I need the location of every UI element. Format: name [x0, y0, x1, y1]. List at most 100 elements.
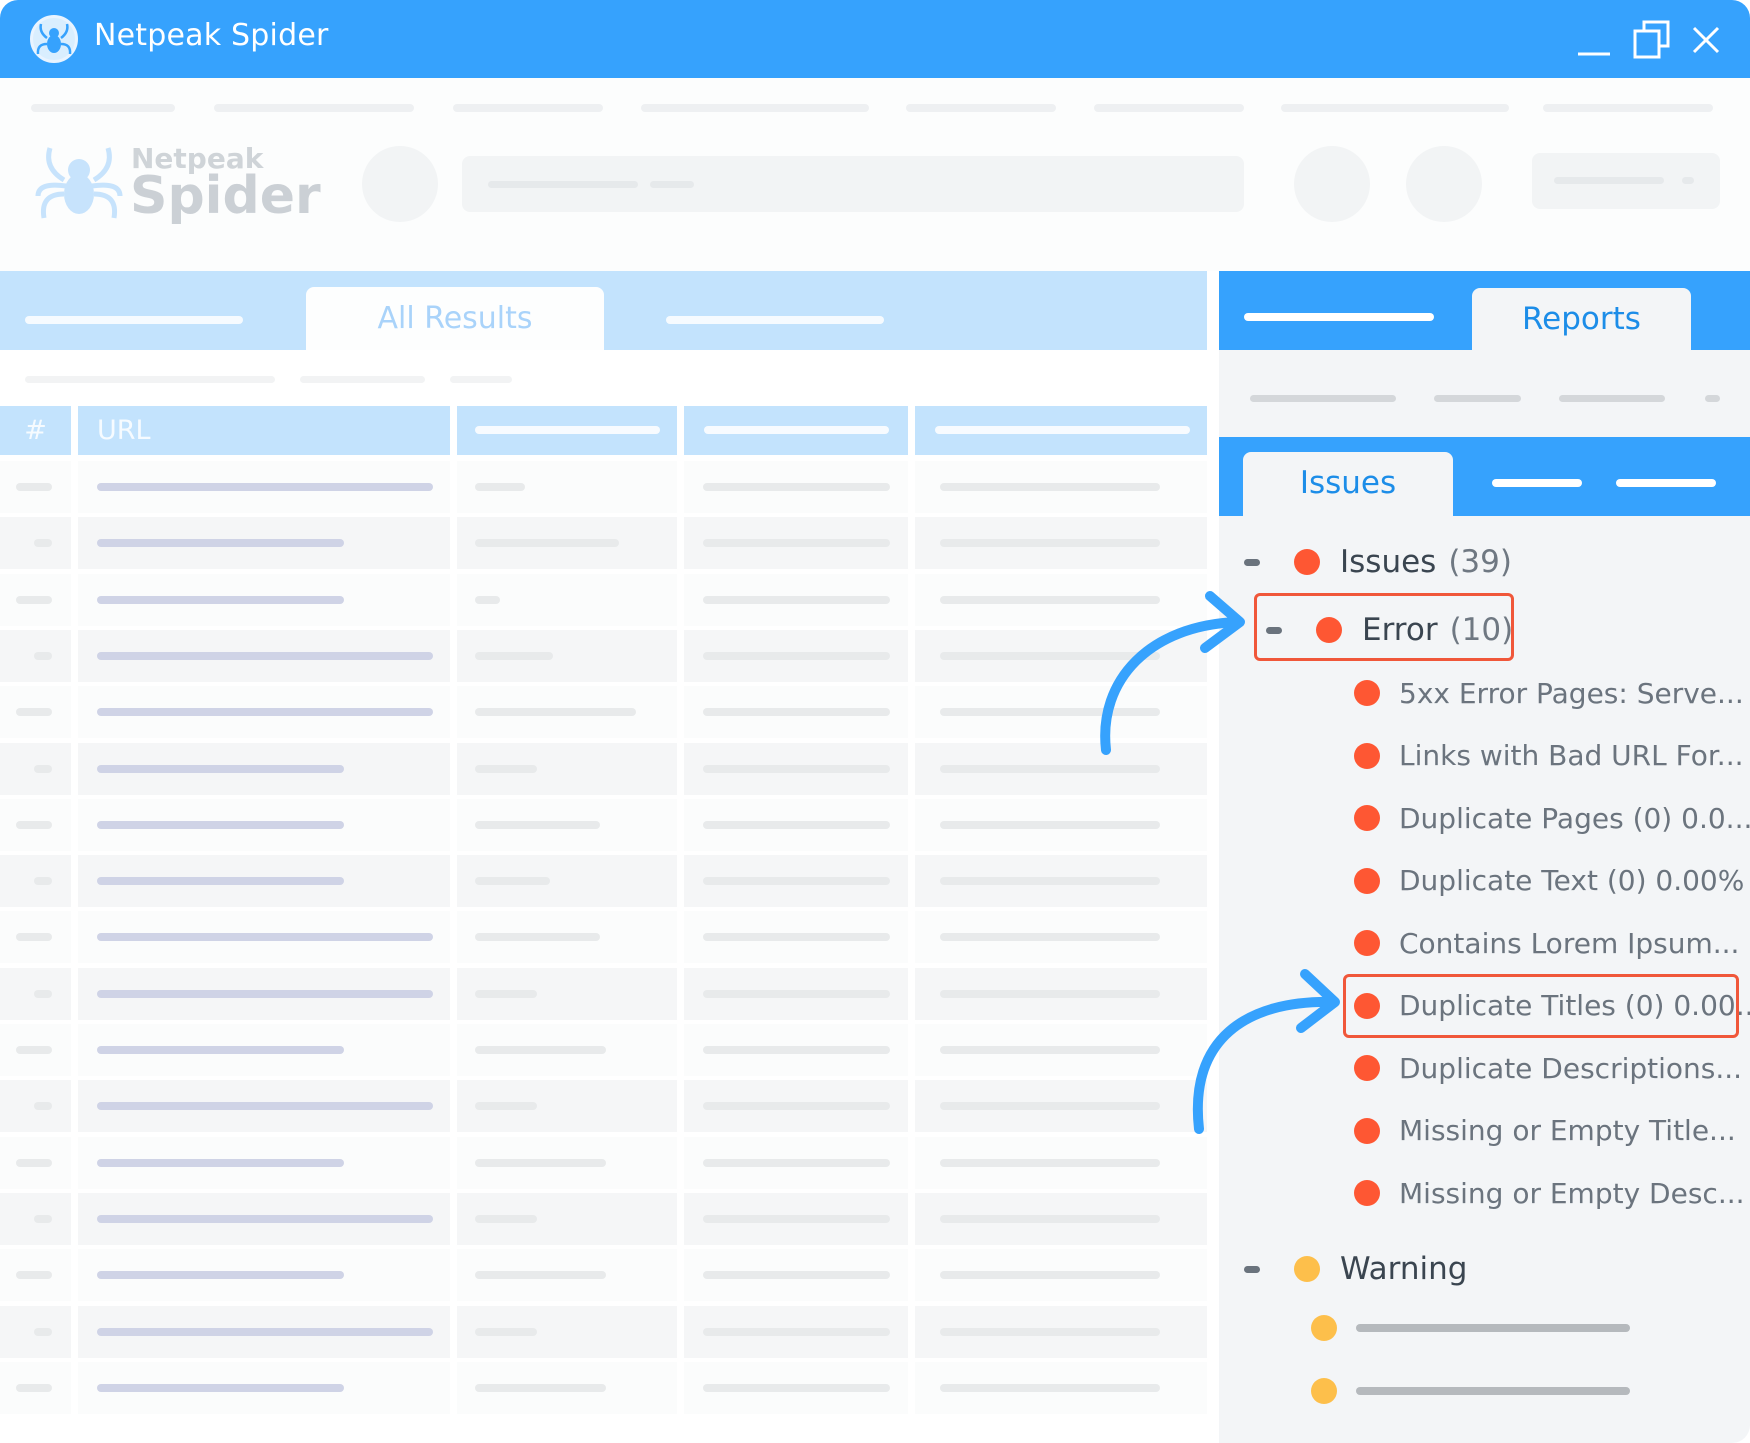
table-cell[interactable] — [684, 1080, 908, 1133]
url-cell[interactable] — [78, 1136, 450, 1189]
table-cell[interactable] — [915, 798, 1207, 851]
table-cell[interactable] — [915, 911, 1207, 964]
table-cell[interactable] — [0, 1136, 71, 1189]
table-row[interactable] — [0, 741, 1207, 797]
table-cell[interactable] — [684, 1361, 908, 1414]
table-cell[interactable] — [457, 1305, 677, 1358]
table-cell[interactable] — [684, 1024, 908, 1076]
table-cell[interactable] — [915, 1024, 1207, 1076]
filter-placeholder[interactable] — [25, 376, 275, 383]
table-cell[interactable] — [915, 686, 1207, 739]
table-cell[interactable] — [457, 1192, 677, 1245]
table-cell[interactable] — [915, 1136, 1207, 1189]
menu-item-placeholder[interactable] — [453, 104, 603, 112]
url-cell[interactable] — [78, 1305, 450, 1358]
table-cell[interactable] — [0, 517, 71, 570]
tree-node-error-child[interactable]: Duplicate Text (0) 0.00% — [1354, 859, 1744, 903]
minimize-button[interactable] — [1572, 18, 1616, 62]
url-cell[interactable] — [78, 742, 450, 795]
table-cell[interactable] — [457, 742, 677, 795]
table-cell[interactable] — [684, 629, 908, 682]
column-header-placeholder[interactable] — [915, 406, 1207, 455]
table-cell[interactable] — [915, 1305, 1207, 1358]
dropdown-button-placeholder[interactable] — [1532, 153, 1720, 209]
table-cell[interactable] — [684, 1249, 908, 1302]
close-button[interactable] — [1684, 18, 1728, 62]
tab-placeholder[interactable] — [25, 316, 243, 324]
table-cell[interactable] — [0, 1305, 71, 1358]
tab-placeholder[interactable] — [666, 316, 884, 324]
tree-node-warning-child[interactable] — [1311, 1306, 1630, 1350]
url-cell[interactable] — [78, 1024, 450, 1076]
tree-node-error-child[interactable]: Duplicate Descriptions... — [1354, 1046, 1742, 1090]
table-cell[interactable] — [684, 911, 908, 964]
table-cell[interactable] — [0, 686, 71, 739]
table-cell[interactable] — [457, 1249, 677, 1302]
url-cell[interactable] — [78, 517, 450, 570]
table-row[interactable] — [0, 1304, 1207, 1360]
table-cell[interactable] — [915, 573, 1207, 626]
collapse-icon[interactable] — [1244, 558, 1260, 566]
table-cell[interactable] — [0, 629, 71, 682]
menu-item-placeholder[interactable] — [906, 104, 1056, 112]
tree-node-error-child[interactable]: Duplicate Pages (0) 0.0... — [1354, 796, 1750, 840]
filter-placeholder[interactable] — [300, 376, 425, 383]
tab-placeholder[interactable] — [1244, 313, 1434, 321]
table-cell[interactable] — [457, 967, 677, 1020]
table-cell[interactable] — [684, 686, 908, 739]
table-cell[interactable] — [457, 1080, 677, 1133]
table-cell[interactable] — [684, 517, 908, 570]
table-cell[interactable] — [915, 855, 1207, 908]
table-cell[interactable] — [0, 855, 71, 908]
table-row[interactable] — [0, 966, 1207, 1022]
column-header-number[interactable]: # — [0, 406, 71, 455]
tree-node-error-child[interactable]: Missing or Empty Desc... — [1354, 1171, 1745, 1215]
table-cell[interactable] — [915, 967, 1207, 1020]
table-row[interactable] — [0, 853, 1207, 909]
table-cell[interactable] — [684, 742, 908, 795]
start-button-placeholder[interactable] — [1294, 146, 1370, 222]
table-cell[interactable] — [0, 967, 71, 1020]
table-row[interactable] — [0, 1360, 1207, 1416]
menu-item-placeholder[interactable] — [641, 104, 869, 112]
table-cell[interactable] — [457, 461, 677, 513]
filter-placeholder[interactable] — [450, 376, 512, 383]
clear-button-placeholder[interactable] — [1406, 146, 1482, 222]
menu-item-placeholder[interactable] — [1543, 104, 1713, 112]
table-cell[interactable] — [684, 1192, 908, 1245]
menu-item-placeholder[interactable] — [1281, 104, 1509, 112]
url-input[interactable] — [462, 156, 1244, 212]
tree-node-issues[interactable]: Issues (39) — [1244, 540, 1512, 584]
url-cell[interactable] — [78, 798, 450, 851]
report-filter-placeholder[interactable] — [1559, 395, 1665, 402]
tree-node-warning[interactable]: Warning — [1244, 1247, 1467, 1291]
table-row[interactable] — [0, 797, 1207, 853]
column-header-url[interactable]: URL — [78, 406, 450, 455]
table-cell[interactable] — [684, 855, 908, 908]
table-cell[interactable] — [684, 1305, 908, 1358]
tree-node-error-child[interactable]: Contains Lorem Ipsum... — [1354, 921, 1739, 965]
tab-issues[interactable]: Issues — [1243, 452, 1453, 516]
column-header-placeholder[interactable] — [457, 406, 677, 455]
table-cell[interactable] — [457, 1024, 677, 1076]
table-cell[interactable] — [0, 1361, 71, 1414]
menu-item-placeholder[interactable] — [31, 104, 175, 112]
table-cell[interactable] — [684, 1136, 908, 1189]
table-cell[interactable] — [684, 798, 908, 851]
url-cell[interactable] — [78, 1192, 450, 1245]
url-cell[interactable] — [78, 1361, 450, 1414]
table-row[interactable] — [0, 1078, 1207, 1134]
table-cell[interactable] — [457, 1361, 677, 1414]
table-cell[interactable] — [457, 855, 677, 908]
url-cell[interactable] — [78, 686, 450, 739]
toolbar-button-placeholder[interactable] — [362, 146, 438, 222]
table-cell[interactable] — [457, 911, 677, 964]
table-row[interactable] — [0, 909, 1207, 965]
table-row[interactable] — [0, 684, 1207, 740]
table-cell[interactable] — [684, 573, 908, 626]
table-row[interactable] — [0, 1022, 1207, 1078]
table-cell[interactable] — [0, 1192, 71, 1245]
table-cell[interactable] — [915, 1080, 1207, 1133]
url-cell[interactable] — [78, 629, 450, 682]
url-cell[interactable] — [78, 573, 450, 626]
